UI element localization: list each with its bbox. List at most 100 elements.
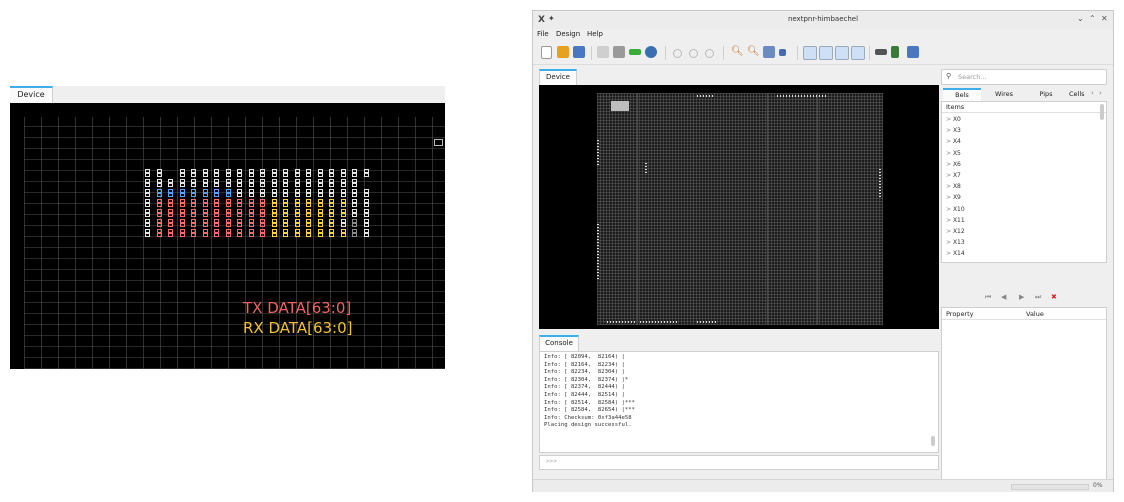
tree-item[interactable]: > X3 [946, 127, 961, 134]
pack-icon[interactable] [597, 46, 609, 58]
tab-bels[interactable]: Bels [943, 88, 981, 102]
tree-item[interactable]: > X11 [946, 217, 965, 224]
bel-marker [168, 179, 173, 187]
device-tab[interactable]: Device [539, 69, 577, 85]
expand-chevron-icon[interactable]: > [946, 172, 953, 179]
last-icon[interactable]: ⏭ [1035, 293, 1041, 302]
tree-item[interactable]: > X9 [946, 194, 961, 201]
console-line: Info: [ 82514, 82584) |*** [544, 399, 635, 406]
bel-marker [168, 219, 173, 227]
expand-chevron-icon[interactable]: > [946, 150, 953, 157]
maximize-icon[interactable]: ⌃ [1089, 14, 1096, 23]
tree-item[interactable]: > X6 [946, 161, 961, 168]
zoom-selected-icon[interactable] [779, 49, 786, 56]
crop-device-tab[interactable]: Device [10, 86, 53, 104]
tree-item[interactable]: > X7 [946, 172, 961, 179]
tree-item[interactable]: > X14 [946, 250, 965, 257]
new-file-icon[interactable] [541, 46, 552, 59]
device-canvas[interactable] [539, 85, 939, 329]
select-bel-icon[interactable] [803, 46, 817, 60]
tab-scroll-right-icon[interactable]: › [1099, 89, 1102, 97]
menu-file[interactable]: File [537, 30, 549, 38]
stop-icon[interactable] [705, 49, 714, 58]
python-icon[interactable] [645, 46, 657, 58]
zoom-in-icon[interactable]: 🔍︎ [731, 46, 744, 58]
fabric-grid [24, 117, 445, 369]
bel-marker [352, 189, 357, 197]
crop-device-canvas[interactable]: TX DATA[63:0] RX DATA[63:0] [10, 103, 445, 369]
bel-marker [363, 169, 369, 177]
tab-pips[interactable]: Pips [1027, 88, 1065, 100]
expand-chevron-icon[interactable]: > [946, 183, 953, 190]
expand-chevron-icon[interactable]: > [946, 239, 953, 246]
tree-item[interactable]: > X10 [946, 206, 965, 213]
expand-chevron-icon[interactable]: > [946, 194, 953, 201]
pause-icon[interactable] [689, 49, 698, 58]
tree-item[interactable]: > X5 [946, 150, 961, 157]
bel-tree[interactable]: Items > X0 > X3 > X4 > X5 > X6 > X7 > X8 > X9 > … [941, 101, 1107, 263]
expand-chevron-icon[interactable]: > [946, 262, 953, 263]
expand-chevron-icon[interactable]: > [946, 116, 953, 123]
tab-wires[interactable]: Wires [985, 88, 1023, 100]
tree-item[interactable]: > X0 [946, 116, 961, 123]
bel-marker [306, 169, 311, 177]
property-table[interactable]: Property Value [941, 307, 1107, 481]
select-group-icon[interactable] [851, 46, 865, 60]
expand-chevron-icon[interactable]: > [946, 127, 953, 134]
zoom-fit-icon[interactable] [763, 46, 775, 58]
bel-marker [294, 219, 300, 227]
close-icon[interactable]: ✕ [1101, 14, 1108, 23]
expand-chevron-icon[interactable]: > [946, 250, 953, 257]
bel-marker [329, 179, 334, 187]
console-output[interactable]: Info: [ 82094, 82164) | Info: [ 82164, 8… [539, 351, 939, 453]
bel-marker [317, 189, 323, 197]
save-icon[interactable] [573, 46, 585, 58]
expand-chevron-icon[interactable]: > [946, 217, 953, 224]
bel-marker [156, 189, 162, 197]
chip-icon[interactable] [875, 49, 887, 55]
select-wire-icon[interactable] [819, 46, 833, 60]
bel-marker [248, 229, 254, 237]
back-icon[interactable]: ◀ [1001, 293, 1006, 301]
title-bar[interactable]: X ✦ nextpnr-himbaechel ⌄ ⌃ ✕ [533, 11, 1113, 29]
minimize-icon[interactable]: ⌄ [1077, 14, 1084, 23]
play-icon[interactable] [673, 49, 682, 58]
bel-marker [271, 169, 277, 177]
tree-item[interactable]: > X8 [946, 183, 961, 190]
menu-help[interactable]: Help [587, 30, 603, 38]
bel-marker [352, 179, 357, 187]
tab-cells[interactable]: Cells [1069, 88, 1091, 100]
expand-chevron-icon[interactable]: > [946, 206, 953, 213]
select-pip-icon[interactable] [835, 46, 849, 60]
open-file-icon[interactable] [557, 46, 569, 58]
route-icon[interactable] [629, 49, 641, 55]
forward-icon[interactable]: ▶ [1019, 293, 1024, 301]
column-line [817, 93, 818, 325]
tree-item[interactable]: > X13 [946, 239, 965, 246]
tree-item[interactable]: > X15 [946, 262, 965, 263]
console-scrollbar[interactable] [931, 436, 935, 446]
column-line [693, 93, 694, 325]
delete-icon[interactable]: ✖ [1051, 293, 1057, 301]
expand-chevron-icon[interactable]: > [946, 138, 953, 145]
expand-chevron-icon[interactable]: > [946, 228, 953, 235]
toolbar-separator [665, 46, 666, 60]
io-dots [697, 95, 713, 97]
search-input[interactable]: ⚲ Search... [941, 69, 1107, 85]
zoom-out-icon[interactable]: 🔍︎ [747, 46, 760, 58]
tab-scroll-left-icon[interactable]: ‹ [1091, 89, 1094, 97]
save-as-icon[interactable] [907, 46, 919, 58]
bel-marker [191, 179, 196, 187]
tree-scrollbar[interactable] [1100, 104, 1104, 120]
place-icon[interactable] [613, 46, 625, 58]
value-column-header: Value [1026, 310, 1044, 318]
first-icon[interactable]: ⏮ [985, 293, 991, 302]
tree-item[interactable]: > X12 [946, 228, 965, 235]
menu-design[interactable]: Design [556, 30, 580, 38]
console-tab[interactable]: Console [539, 335, 579, 351]
tree-item[interactable]: > X4 [946, 138, 961, 145]
memory-icon[interactable] [891, 46, 899, 58]
expand-chevron-icon[interactable]: > [946, 161, 953, 168]
bel-marker [329, 169, 334, 177]
command-input[interactable]: >>> [539, 455, 939, 470]
